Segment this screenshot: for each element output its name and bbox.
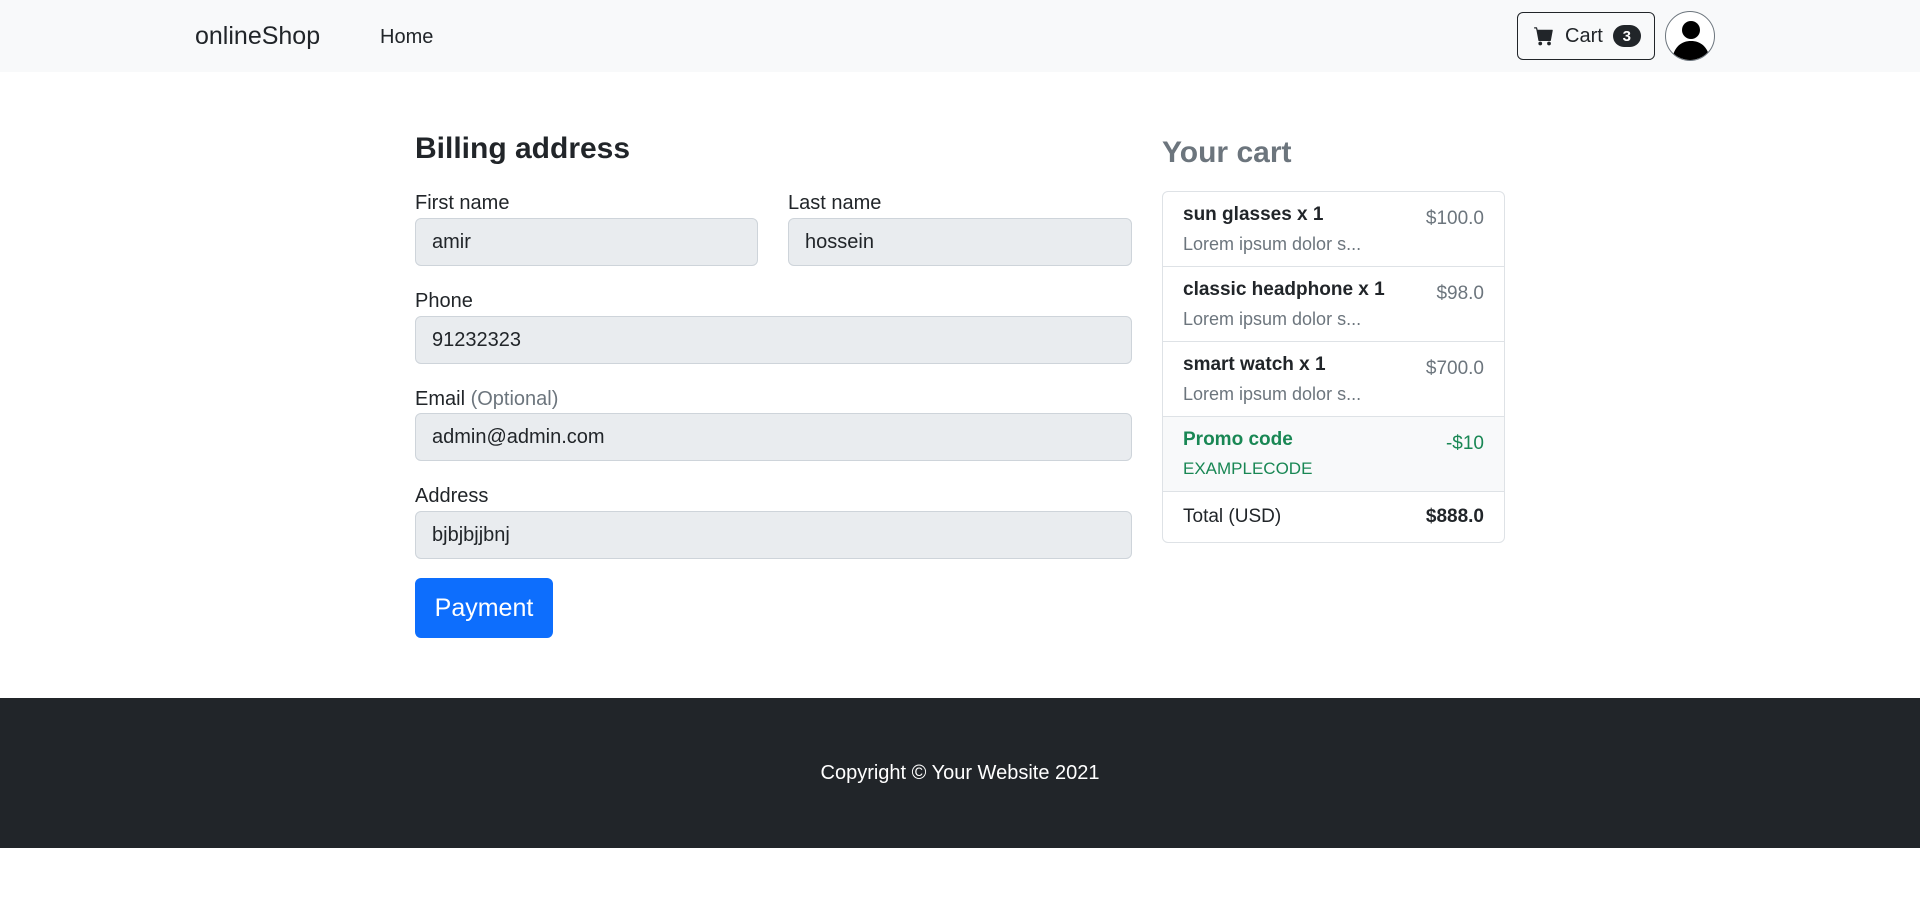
footer: Copyright © Your Website 2021 — [0, 698, 1920, 848]
billing-title: Billing address — [415, 132, 631, 165]
footer-copyright: Copyright © Your Website 2021 — [820, 762, 1100, 784]
cart-label: Cart — [1565, 24, 1603, 47]
cart-summary-title: Your cart — [1162, 136, 1292, 169]
cart-icon — [1534, 26, 1554, 46]
email-label-text: Email — [415, 388, 466, 410]
first-name-input[interactable]: amir — [415, 218, 758, 266]
cart-count-badge: 3 — [1612, 25, 1641, 47]
email-input[interactable]: admin@admin.com — [415, 413, 1132, 461]
cart-item-description: Lorem ipsum dolor s... — [1183, 234, 1362, 254]
cart-item: classic headphone x 1 Lorem ipsum dolor … — [1163, 267, 1504, 342]
navbar: onlineShop Home Cart 3 — [0, 0, 1920, 72]
last-name-label: Last name — [788, 192, 882, 214]
promo-discount: -$10 — [1445, 433, 1484, 454]
cart-item: smart watch x 1 Lorem ipsum dolor s... $… — [1163, 342, 1504, 417]
phone-input[interactable]: 91232323 — [415, 316, 1132, 364]
promo-code-row: Promo code EXAMPLECODE -$10 — [1163, 417, 1504, 492]
payment-button[interactable]: Payment — [415, 578, 553, 638]
cart-summary-list: sun glasses x 1 Lorem ipsum dolor s... $… — [1162, 191, 1505, 543]
cart-item-description: Lorem ipsum dolor s... — [1183, 309, 1362, 329]
nav-link-home[interactable]: Home — [380, 26, 433, 49]
cart-item-price: $100.0 — [1425, 208, 1484, 229]
cart-total-row: Total (USD) $888.0 — [1163, 492, 1504, 542]
cart-item-price: $700.0 — [1425, 358, 1484, 379]
cart-button[interactable]: Cart 3 — [1517, 12, 1655, 60]
cart-item: sun glasses x 1 Lorem ipsum dolor s... $… — [1163, 192, 1504, 267]
promo-code-value: EXAMPLECODE — [1183, 459, 1313, 478]
last-name-input[interactable]: hossein — [788, 218, 1132, 266]
total-label: Total (USD) — [1183, 506, 1282, 527]
user-avatar-icon[interactable] — [1665, 11, 1715, 61]
phone-label: Phone — [415, 290, 473, 312]
address-input[interactable]: bjbjbjjbnj — [415, 511, 1132, 559]
email-optional-hint: (Optional) — [470, 388, 559, 410]
first-name-label: First name — [415, 192, 510, 214]
cart-item-description: Lorem ipsum dolor s... — [1183, 384, 1362, 404]
brand-logo[interactable]: onlineShop — [195, 22, 320, 51]
cart-item-price: $98.0 — [1436, 283, 1484, 304]
total-value: $888.0 — [1425, 506, 1484, 527]
email-label: Email (Optional) — [415, 388, 558, 411]
address-label: Address — [415, 485, 489, 507]
promo-code-label: Promo code — [1183, 429, 1293, 450]
